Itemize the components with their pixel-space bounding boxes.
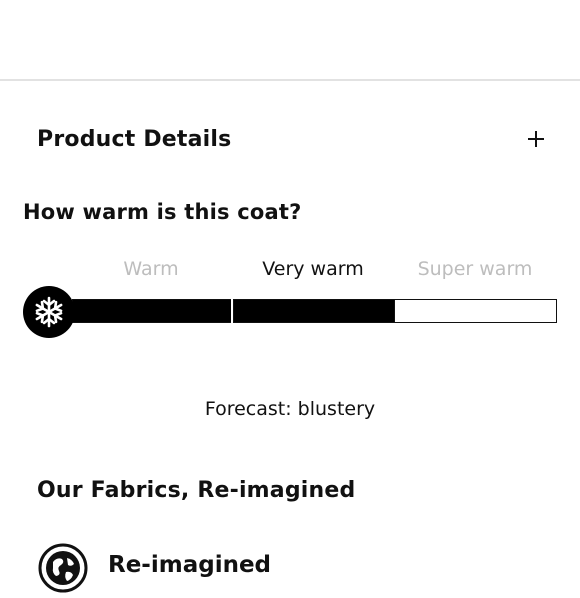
warmth-meter-separator bbox=[231, 299, 233, 323]
warmth-segment-super-warm bbox=[394, 299, 557, 323]
warmth-segment-warm bbox=[72, 299, 233, 323]
plus-icon[interactable] bbox=[524, 127, 548, 151]
fabric-item-label: Re-imagined bbox=[108, 552, 272, 578]
warmth-segment-very-warm bbox=[233, 299, 395, 323]
fabrics-title: Our Fabrics, Re-imagined bbox=[37, 478, 356, 503]
warmth-level-warm: Warm bbox=[123, 258, 179, 280]
warmth-level-super-warm: Super warm bbox=[417, 258, 533, 280]
warmth-meter bbox=[72, 299, 557, 323]
top-divider bbox=[0, 79, 580, 81]
warmth-level-very-warm: Very warm bbox=[262, 258, 364, 280]
product-details-accordion[interactable]: Product Details bbox=[0, 118, 580, 164]
product-details-title: Product Details bbox=[37, 127, 232, 152]
forecast-text: Forecast: blustery bbox=[204, 398, 376, 420]
recycled-globe-icon bbox=[37, 542, 89, 594]
snowflake-icon bbox=[23, 286, 75, 338]
warmth-title: How warm is this coat? bbox=[23, 200, 302, 224]
